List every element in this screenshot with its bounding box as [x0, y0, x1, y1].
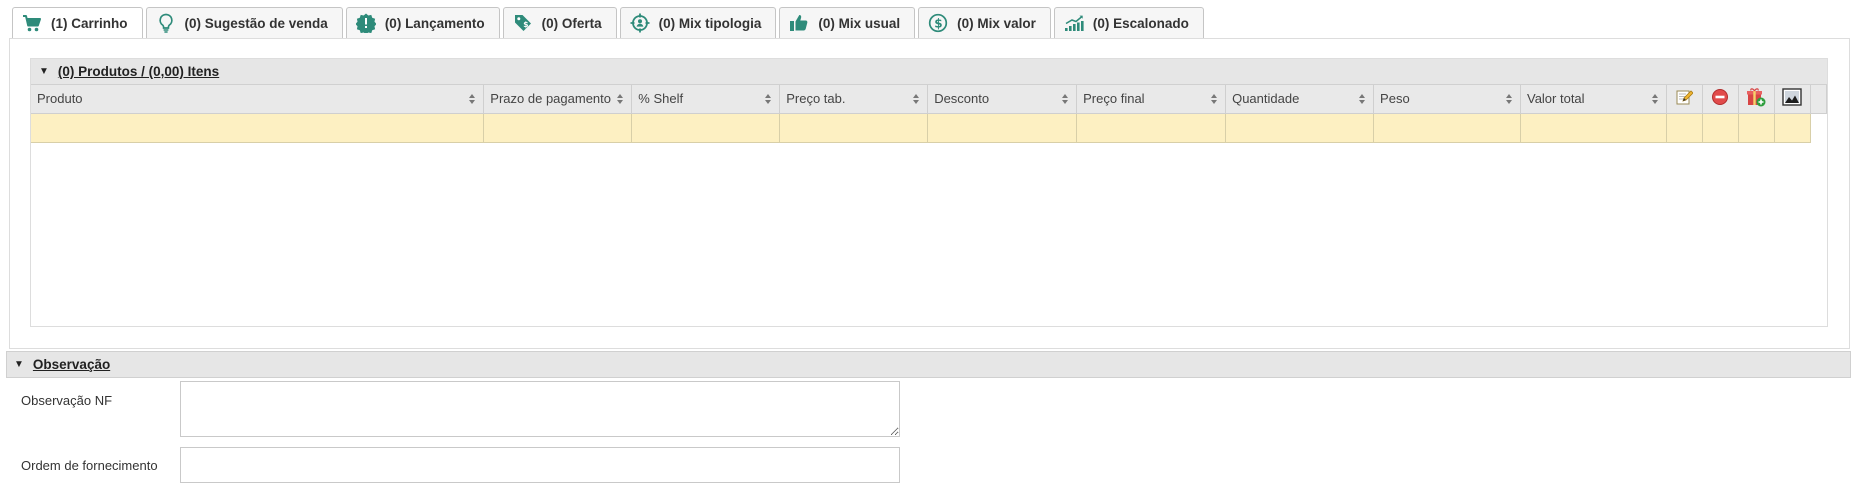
remove-icon[interactable] — [1711, 89, 1729, 109]
tab-panel-carrinho: ▼ (0) Produtos / (0,00) Itens Produto Pr… — [9, 38, 1850, 349]
sort-icon[interactable] — [469, 94, 476, 104]
sort-icon[interactable] — [1211, 94, 1218, 104]
tab-label: (0) Lançamento — [384, 15, 485, 31]
table-cell[interactable] — [483, 113, 633, 143]
tab-bar: (1) Carrinho (0) Sugestão de venda (0) L… — [12, 7, 1207, 39]
observacao-nf-label: Observação NF — [21, 393, 113, 408]
products-header-title[interactable]: (0) Produtos / (0,00) Itens — [58, 64, 219, 79]
tab-mix-tipologia[interactable]: (0) Mix tipologia — [619, 7, 777, 38]
table-header-row: Produto Prazo de pagamento % Shelf Preço… — [31, 85, 1828, 114]
table-cell[interactable] — [1738, 113, 1775, 143]
table-cell[interactable] — [1076, 113, 1227, 143]
column-header-desconto[interactable]: Desconto — [927, 85, 1078, 114]
column-header-remove[interactable] — [1702, 85, 1739, 114]
column-header-preco-final[interactable]: Preço final — [1076, 85, 1227, 114]
observacao-section: ▼ Observação Observação NF Ordem de forn… — [6, 351, 1851, 492]
sort-icon[interactable] — [1651, 94, 1658, 104]
gift-add-icon[interactable] — [1746, 88, 1766, 110]
tab-escalonado[interactable]: (0) Escalonado — [1053, 7, 1204, 38]
observacao-section-header[interactable]: ▼ Observação — [6, 351, 1851, 378]
tab-label: (0) Mix usual — [818, 15, 901, 31]
sort-icon[interactable] — [765, 94, 772, 104]
tab-mix-valor[interactable]: $ (0) Mix valor — [918, 7, 1051, 38]
tab-label: (0) Mix valor — [957, 15, 1036, 31]
collapse-caret-icon[interactable]: ▼ — [14, 359, 24, 370]
table-cell-spacer — [1810, 113, 1827, 142]
price-tag-icon: $ — [512, 12, 534, 34]
svg-text:$: $ — [934, 16, 942, 30]
column-header-valor-total[interactable]: Valor total — [1520, 85, 1667, 114]
column-header-quantidade[interactable]: Quantidade — [1225, 85, 1375, 114]
table-cell[interactable] — [1702, 113, 1739, 143]
ordem-de-fornecimento-input[interactable] — [180, 447, 900, 483]
sort-icon[interactable] — [1505, 94, 1512, 104]
sort-icon[interactable] — [913, 94, 920, 104]
observacao-nf-textarea[interactable] — [180, 381, 900, 437]
table-cell[interactable] — [631, 113, 781, 143]
column-header-produto[interactable]: Produto — [31, 85, 485, 114]
column-header-spacer — [1810, 85, 1828, 114]
edit-icon[interactable] — [1675, 90, 1694, 109]
table-cell[interactable] — [1225, 113, 1375, 143]
thumbs-up-icon — [788, 12, 810, 34]
column-header-image[interactable] — [1774, 85, 1811, 114]
cart-icon — [21, 13, 43, 35]
column-header-peso[interactable]: Peso — [1373, 85, 1521, 114]
lightbulb-icon — [155, 12, 177, 34]
table-row[interactable] — [31, 113, 1827, 143]
tab-mix-usual[interactable]: (0) Mix usual — [779, 7, 916, 38]
column-header-preco-tab[interactable]: Preço tab. — [779, 85, 929, 114]
observacao-header-title[interactable]: Observação — [33, 357, 110, 372]
new-badge-icon — [355, 12, 377, 34]
tab-label: (0) Sugestão de venda — [184, 15, 328, 31]
products-table: Produto Prazo de pagamento % Shelf Preço… — [31, 85, 1828, 143]
sort-icon[interactable] — [1359, 94, 1366, 104]
table-cell[interactable] — [927, 113, 1078, 143]
column-header-shelf[interactable]: % Shelf — [631, 85, 781, 114]
table-cell[interactable] — [1774, 113, 1811, 143]
tab-label: (0) Escalonado — [1092, 15, 1189, 31]
tab-label: (1) Carrinho — [51, 16, 128, 31]
collapse-caret-icon[interactable]: ▼ — [39, 66, 49, 77]
ordem-de-fornecimento-label: Ordem de fornecimento — [21, 458, 158, 473]
column-header-prazo-de-pagamento[interactable]: Prazo de pagamento — [483, 85, 633, 114]
table-cell[interactable] — [1520, 113, 1667, 143]
products-grid: ▼ (0) Produtos / (0,00) Itens Produto Pr… — [30, 58, 1828, 327]
tab-label: (0) Mix tipologia — [658, 15, 762, 31]
sort-icon[interactable] — [617, 94, 624, 104]
svg-text:$: $ — [523, 20, 528, 29]
tab-sugestao-de-venda[interactable]: (0) Sugestão de venda — [145, 7, 343, 38]
sort-icon[interactable] — [1062, 94, 1069, 104]
tab-carrinho[interactable]: (1) Carrinho — [12, 7, 143, 39]
tab-lancamento[interactable]: (0) Lançamento — [345, 7, 500, 38]
target-user-icon — [629, 12, 651, 34]
ascending-chart-icon — [1063, 12, 1085, 34]
products-section-header[interactable]: ▼ (0) Produtos / (0,00) Itens — [31, 59, 1827, 85]
column-header-edit[interactable] — [1666, 85, 1703, 114]
tab-oferta[interactable]: $ (0) Oferta — [502, 7, 617, 38]
table-cell[interactable] — [779, 113, 929, 143]
dollar-coin-icon: $ — [927, 12, 949, 34]
image-icon[interactable] — [1782, 88, 1803, 109]
table-cell[interactable] — [1373, 113, 1521, 143]
table-cell[interactable] — [1666, 113, 1703, 143]
table-cell[interactable] — [31, 113, 485, 143]
tab-label: (0) Oferta — [541, 15, 602, 31]
column-header-gift-add[interactable] — [1738, 85, 1775, 114]
